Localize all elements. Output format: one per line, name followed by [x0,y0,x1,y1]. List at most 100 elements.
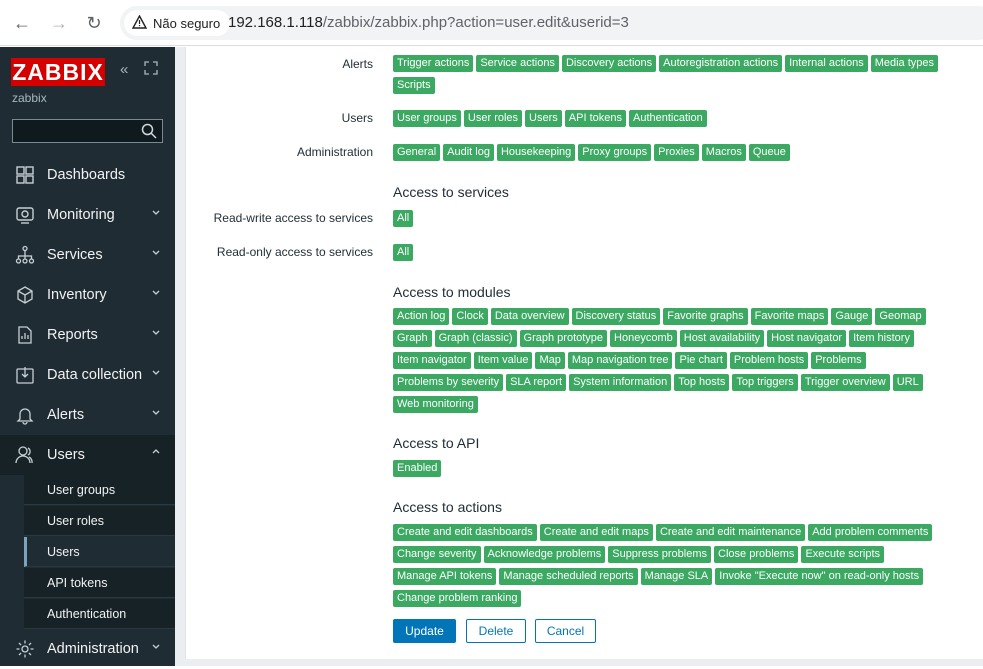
users-tags: User groups User roles Users API tokens Auth… [393,110,953,132]
permission-tag: Item value [473,352,533,369]
permission-tag: Clock [452,308,488,325]
forward-icon[interactable]: → [47,11,71,35]
permission-tag: Create and edit dashboards [393,524,537,541]
permission-tag: Invoke "Execute now" on read-only hosts [715,568,924,585]
chevron-down-icon [152,644,160,649]
menu-alerts[interactable]: Alerts [0,395,175,435]
actions-tags: Create and edit dashboards Create and edi… [393,524,953,612]
permission-tag: Favorite maps [750,308,829,325]
user-permissions-form: Alerts Trigger actions Service actions Dis… [185,47,983,659]
permission-tag: Action log [393,308,450,325]
menu-data-collection[interactable]: Data collection [0,355,175,395]
submenu-api-tokens[interactable]: API tokens [24,568,175,598]
address-bar[interactable]: Não seguro 192.168.1.118/zabbix/zabbix.p… [120,6,983,40]
kiosk-mode-icon[interactable] [144,61,158,79]
permission-tag: Item history [849,330,914,347]
submenu-user-groups[interactable]: User groups [24,475,175,505]
submenu-authentication[interactable]: Authentication [24,599,175,629]
chevron-down-icon [152,290,160,295]
menu-label: Monitoring [47,207,115,223]
permission-tag: Map navigation tree [567,352,673,369]
permission-tag: Queue [748,144,790,161]
permission-tag: Enabled [393,460,442,477]
permission-tag: Housekeeping [496,144,576,161]
data-collection-icon [0,365,47,385]
permission-tag: Proxy groups [578,144,652,161]
update-button[interactable]: Update [393,619,456,643]
ro-services-label: Read-only access to services [216,245,373,259]
chevron-down-icon [152,210,160,215]
permission-tag: Manage SLA [640,568,713,585]
alerts-label: Alerts [342,57,373,71]
permission-tag: Geomap [875,308,926,325]
permission-tag: Web monitoring [393,396,478,413]
menu-administration[interactable]: Administration [0,629,175,669]
bell-icon [0,405,47,425]
services-heading: Access to services [393,184,509,200]
permission-tag: Suppress problems [608,546,712,563]
delete-button[interactable]: Delete [466,619,526,643]
collapse-sidebar-icon[interactable]: « [120,61,128,78]
reports-icon [0,325,47,345]
permission-tag: Graph prototype [519,330,608,347]
permission-tag: Problems by severity [393,374,504,391]
back-icon[interactable]: ← [10,11,34,35]
permission-tag: Users [525,110,562,127]
administration-label: Administration [296,145,373,159]
browser-toolbar: ← → ↻ Não seguro 192.168.1.118/zabbix/za… [0,0,983,46]
search-icon[interactable] [140,122,158,140]
search-input[interactable] [12,119,163,143]
permission-tag: General [393,144,441,161]
permission-tag: User groups [393,110,461,127]
modules-tags: Action log Clock Data overview Discovery st… [393,308,953,418]
url-text[interactable]: 192.168.1.118/zabbix/zabbix.php?action=u… [228,6,629,40]
menu-users[interactable]: Users [0,435,175,475]
permission-tag: Macros [701,144,746,161]
permission-tag: Pie chart [675,352,727,369]
cancel-button[interactable]: Cancel [535,619,596,643]
permission-tag: Map [535,352,565,369]
permission-tag: Discovery actions [561,55,657,72]
permission-tag: Audit log [443,144,494,161]
menu-reports[interactable]: Reports [0,315,175,355]
submenu-user-roles[interactable]: User roles [24,506,175,536]
menu-monitoring[interactable]: Monitoring [0,195,175,235]
menu-label: Dashboards [47,167,126,183]
permission-tag: Manage API tokens [393,568,497,585]
modules-heading: Access to modules [393,284,511,300]
permission-tag: Change problem ranking [393,590,522,607]
permission-tag: Top hosts [674,374,730,391]
menu-inventory[interactable]: Inventory [0,275,175,315]
rw-services-tags: All [393,210,953,232]
administration-tags: General Audit log Housekeeping Proxy groups… [393,144,953,166]
monitoring-icon [0,205,47,225]
api-heading: Access to API [393,435,480,451]
submenu-users[interactable]: Users [24,537,175,567]
permission-tag: Proxies [654,144,699,161]
permission-tag: Create and edit maps [539,524,653,541]
security-chip[interactable]: Não seguro [124,10,231,36]
menu-label: Inventory [47,287,107,303]
menu-label: Services [47,247,103,263]
menu-services[interactable]: Services [0,235,175,275]
alerts-tags: Trigger actions Service actions Discovery … [393,55,953,99]
users-label: Users [341,111,373,125]
permission-tag: Data overview [490,308,569,325]
permission-tag: Problem hosts [729,352,809,369]
chevron-up-icon [152,449,160,454]
permission-tag: Trigger actions [393,55,474,72]
permission-tag: Favorite graphs [663,308,748,325]
ro-services-tags: All [393,244,953,266]
permission-tag: Change severity [393,546,481,563]
permission-tag: Scripts [393,77,435,94]
menu-dashboards[interactable]: Dashboards [0,155,175,195]
reload-icon[interactable]: ↻ [82,11,106,35]
permission-tag: Manage scheduled reports [499,568,638,585]
api-tags: Enabled [393,460,953,482]
chevron-down-icon [152,410,160,415]
permission-tag: Media types [870,55,939,72]
zabbix-logo[interactable]: ZABBIX [11,58,105,86]
permission-tag: Top triggers [732,374,798,391]
permission-tag: Item navigator [393,352,471,369]
permission-tag: User roles [463,110,523,127]
